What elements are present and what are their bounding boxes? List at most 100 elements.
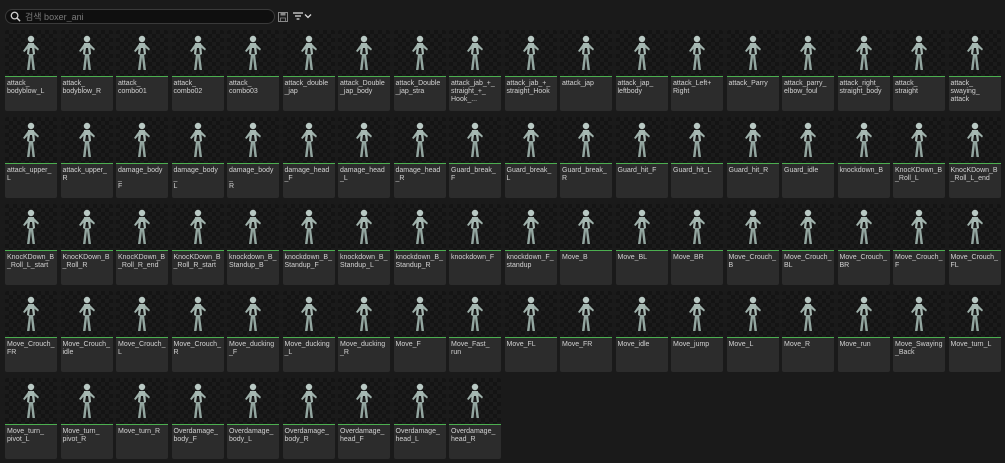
filter-button[interactable] bbox=[292, 10, 314, 22]
asset-thumbnail bbox=[449, 378, 501, 425]
animation-figure-icon bbox=[744, 296, 761, 331]
asset-tile[interactable]: attack_Double _jap_body bbox=[338, 30, 390, 111]
asset-tile[interactable]: attack_ straight bbox=[893, 30, 945, 111]
asset-tile[interactable]: attack_upper_ L bbox=[5, 117, 57, 198]
asset-tile[interactable]: damage_body_ L bbox=[171, 117, 224, 198]
asset-tile[interactable]: Guard_hit_L bbox=[671, 117, 723, 198]
asset-tile[interactable]: KnocKDown_B _Roll_R_end bbox=[116, 204, 168, 285]
asset-tile[interactable]: Move_Crouch_ L bbox=[116, 291, 168, 372]
asset-tile[interactable]: Move_idle bbox=[615, 291, 668, 372]
asset-tile[interactable]: knockdown_B_ Standup_R bbox=[393, 204, 446, 285]
asset-tile[interactable]: Guard_hit_R bbox=[726, 117, 779, 198]
asset-tile[interactable]: attack_jab_+_ straight_+_ Hook_... bbox=[449, 30, 501, 111]
animation-figure-icon bbox=[189, 35, 206, 70]
asset-tile[interactable]: Move_L bbox=[726, 291, 779, 372]
asset-tile[interactable]: Guard_break_ F bbox=[449, 117, 501, 198]
asset-tile[interactable]: knockdown_F bbox=[449, 204, 501, 285]
asset-tile[interactable]: Move_Swaying _Back bbox=[893, 291, 945, 372]
asset-tile[interactable]: Move_Crouch_ F bbox=[893, 204, 945, 285]
asset-thumbnail bbox=[671, 30, 723, 77]
asset-tile[interactable]: damage_head _F bbox=[282, 117, 335, 198]
animation-figure-icon bbox=[245, 122, 261, 157]
asset-tile[interactable]: Move_F bbox=[393, 291, 446, 372]
asset-tile[interactable]: KnocKDown_B _Roll_R bbox=[60, 204, 113, 285]
asset-tile[interactable]: Move_turn_L bbox=[948, 291, 1001, 372]
animation-figure-icon bbox=[800, 35, 816, 70]
asset-tile[interactable]: Move_B bbox=[560, 204, 612, 285]
asset-tile[interactable]: attack_ bodyblow_R bbox=[60, 30, 113, 111]
asset-tile[interactable]: attack_Double _jap_stra bbox=[393, 30, 446, 111]
asset-tile[interactable]: attack_ combo02 bbox=[171, 30, 224, 111]
asset-tile[interactable]: Move_turn_ pivot_L bbox=[5, 378, 57, 459]
asset-label: Move_Crouch_ FR bbox=[7, 341, 55, 356]
asset-tile[interactable]: KnocKDown_B _Roll_R_start bbox=[171, 204, 224, 285]
asset-label: damage_head _F bbox=[284, 167, 330, 182]
asset-tile[interactable]: Move_R bbox=[782, 291, 834, 372]
asset-tile[interactable]: Move_Crouch_ R bbox=[171, 291, 224, 372]
asset-tile[interactable]: attack_ combo03 bbox=[227, 30, 279, 111]
asset-label: Move_Swaying _Back bbox=[895, 341, 943, 356]
asset-tile[interactable]: attack_jab_+_ straight_Hook bbox=[504, 30, 557, 111]
asset-tile[interactable]: knockdown_B_ Standup_L bbox=[338, 204, 390, 285]
asset-label: KnocKDown_B _Roll_L_start bbox=[7, 254, 55, 269]
asset-tile[interactable]: Move_BL bbox=[615, 204, 668, 285]
animation-figure-icon bbox=[300, 35, 317, 70]
asset-tile[interactable]: Overdamage_ head_F bbox=[338, 378, 390, 459]
asset-tile[interactable]: attack_Parry bbox=[726, 30, 779, 111]
asset-tile[interactable]: Overdamage_ head_L bbox=[393, 378, 446, 459]
asset-label: Move_turn_R bbox=[118, 428, 161, 435]
asset-tile[interactable]: KnocKDown_B _Roll_L_end bbox=[948, 117, 1001, 198]
asset-tile[interactable]: damage_body_ R bbox=[227, 117, 279, 198]
asset-tile[interactable]: Move_turn_R bbox=[116, 378, 168, 459]
asset-tile[interactable]: Move_FL bbox=[504, 291, 557, 372]
asset-tile[interactable]: Overdamage_ head_R bbox=[449, 378, 501, 459]
asset-tile[interactable]: knockdown_B_ Standup_B bbox=[227, 204, 279, 285]
asset-tile[interactable]: Move_Crouch_ BR bbox=[837, 204, 890, 285]
animation-figure-icon bbox=[800, 209, 816, 244]
asset-tile[interactable]: attack_ swaying_ attack bbox=[948, 30, 1001, 111]
asset-tile[interactable]: Move_run bbox=[837, 291, 890, 372]
asset-tile[interactable]: attack_ bodyblow_L bbox=[5, 30, 57, 111]
asset-tile[interactable]: Move_ducking _L bbox=[282, 291, 335, 372]
asset-tile[interactable]: attack_jap_ leftbody bbox=[615, 30, 668, 111]
asset-tile[interactable]: KnocKDown_B _Roll_L bbox=[893, 117, 945, 198]
asset-tile[interactable]: damage_head _L bbox=[338, 117, 390, 198]
asset-tile[interactable]: knockdown_B_ Standup_F bbox=[282, 204, 335, 285]
asset-tile[interactable]: Move_Crouch_ FL bbox=[948, 204, 1001, 285]
asset-tile[interactable]: Guard_break_ L bbox=[504, 117, 557, 198]
asset-tile[interactable]: Move_Crouch_ BL bbox=[782, 204, 834, 285]
asset-tile[interactable]: Move_jump bbox=[671, 291, 723, 372]
asset-tile[interactable]: KnocKDown_B _Roll_L_start bbox=[5, 204, 57, 285]
asset-tile[interactable]: attack_ combo01 bbox=[116, 30, 168, 111]
asset-tile[interactable]: Move_ducking _F bbox=[227, 291, 279, 372]
asset-tile[interactable]: Guard_hit_F bbox=[615, 117, 668, 198]
asset-label: Guard_hit_L bbox=[673, 167, 712, 174]
asset-tile[interactable]: attack_jap bbox=[560, 30, 612, 111]
asset-tile[interactable]: Move_FR bbox=[560, 291, 612, 372]
asset-tile[interactable]: Move_Crouch_ FR bbox=[5, 291, 57, 372]
asset-tile[interactable]: Overdamage_ body_L bbox=[227, 378, 279, 459]
search-box[interactable] bbox=[5, 9, 275, 24]
asset-tile[interactable]: Guard_break_ R bbox=[560, 117, 612, 198]
asset-tile[interactable]: knockdown_F_ standup bbox=[504, 204, 557, 285]
asset-tile[interactable]: Overdamage_ body_F bbox=[171, 378, 224, 459]
asset-tile[interactable]: Move_turn_ pivot_R bbox=[60, 378, 113, 459]
asset-tile[interactable]: knockdown_B bbox=[837, 117, 890, 198]
asset-tile[interactable]: Overdamage_ body_R bbox=[282, 378, 335, 459]
search-input[interactable] bbox=[25, 11, 265, 22]
asset-tile[interactable]: Move_ducking _R bbox=[338, 291, 390, 372]
asset-tile[interactable]: attack_double _jap bbox=[282, 30, 335, 111]
asset-tile[interactable]: attack_upper_ R bbox=[60, 117, 113, 198]
animation-figure-icon bbox=[78, 122, 95, 157]
asset-tile[interactable]: Guard_idle bbox=[782, 117, 834, 198]
save-search-button[interactable] bbox=[277, 10, 289, 22]
asset-tile[interactable]: Move_Crouch_ B bbox=[726, 204, 779, 285]
asset-tile[interactable]: attack_parry_ elbow_foul bbox=[782, 30, 834, 111]
asset-tile[interactable]: attack_Left+ Right bbox=[671, 30, 723, 111]
asset-tile[interactable]: Move_Fast_ run bbox=[449, 291, 501, 372]
asset-tile[interactable]: Move_Crouch_ idle bbox=[60, 291, 113, 372]
asset-tile[interactable]: damage_head _R bbox=[393, 117, 446, 198]
asset-tile[interactable]: damage_body_ F bbox=[116, 117, 168, 198]
asset-tile[interactable]: Move_BR bbox=[671, 204, 723, 285]
asset-tile[interactable]: attack_right_ straight_body bbox=[837, 30, 890, 111]
